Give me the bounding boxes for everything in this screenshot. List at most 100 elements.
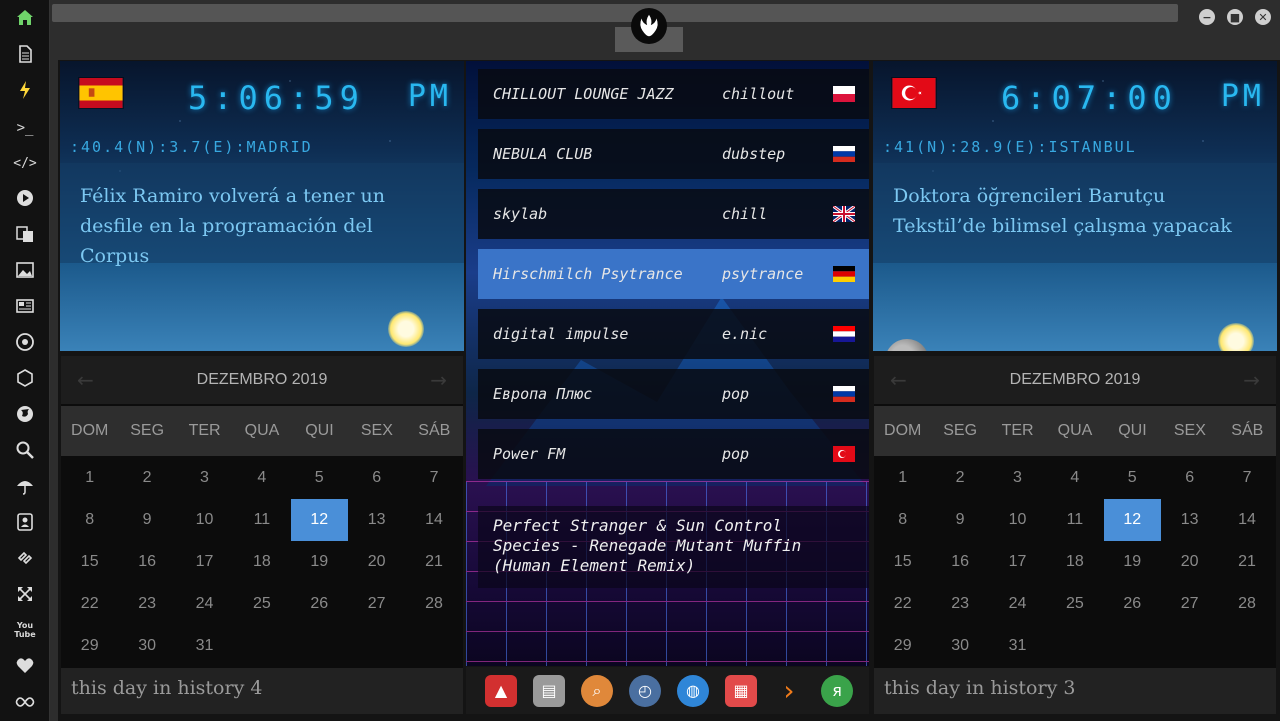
link-icon[interactable] (13, 546, 37, 570)
calendar-day[interactable]: 24 (989, 583, 1046, 625)
calendar-day[interactable]: 20 (1161, 541, 1218, 583)
calendar-day[interactable]: 9 (118, 499, 175, 541)
calendar-day[interactable]: 3 (989, 457, 1046, 499)
minimize-icon[interactable]: − (1199, 9, 1215, 25)
radio-station-row[interactable]: CHILLOUT LOUNGE JAZZ chillout (478, 69, 869, 119)
calendar-day[interactable]: 16 (931, 541, 988, 583)
calendar-day[interactable]: 25 (233, 583, 290, 625)
logo-tab[interactable] (615, 0, 683, 52)
calendar-day[interactable]: 11 (1046, 499, 1103, 541)
calendar-day[interactable]: 15 (874, 541, 931, 583)
dock-calendar-icon[interactable]: ▦ (725, 674, 757, 707)
play-icon[interactable] (13, 186, 37, 210)
radio-station-row[interactable]: digital impulse e.nic (478, 309, 869, 359)
document-icon[interactable] (13, 42, 37, 66)
calendar-day-today[interactable]: 12 (290, 499, 348, 541)
calendar-day[interactable]: 11 (233, 499, 290, 541)
calendar-day[interactable]: 30 (118, 625, 175, 667)
contact-card-icon[interactable] (13, 510, 37, 534)
translate-icon[interactable] (13, 222, 37, 246)
calendar-day[interactable]: 5 (1104, 457, 1161, 499)
calendar-day[interactable]: 24 (176, 583, 233, 625)
maximize-icon[interactable]: ■ (1227, 9, 1243, 25)
radio-station-row[interactable]: NEBULA CLUB dubstep (478, 129, 869, 179)
radio-station-row[interactable]: Hirschmilch Psytrance psytrance (478, 249, 869, 299)
calendar-day[interactable]: 15 (61, 541, 118, 583)
dock-news-icon[interactable]: ▤ (533, 674, 565, 707)
aperture-icon[interactable] (13, 330, 37, 354)
this-day-in-history[interactable]: this day in history 4 (61, 668, 463, 714)
radio-station-row[interactable]: Power FM pop (478, 429, 869, 479)
expand-icon[interactable] (13, 582, 37, 606)
calendar-day[interactable]: 10 (989, 499, 1046, 541)
calendar-day[interactable]: 29 (61, 625, 118, 667)
umbrella-icon[interactable] (13, 474, 37, 498)
calendar-day[interactable]: 21 (405, 541, 462, 583)
calendar-day[interactable]: 6 (1161, 457, 1218, 499)
calendar-day[interactable]: 31 (176, 625, 233, 667)
dock-clock-icon[interactable]: ◴ (629, 674, 661, 707)
calendar-day[interactable]: 14 (1218, 499, 1275, 541)
dock-arrow-icon[interactable]: › (773, 674, 805, 707)
calendar-day[interactable]: 20 (348, 541, 405, 583)
calendar-day[interactable]: 5 (291, 457, 348, 499)
home-icon[interactable] (13, 6, 37, 30)
calendar-day[interactable]: 2 (931, 457, 988, 499)
calendar-day[interactable]: 16 (118, 541, 175, 583)
calendar-day[interactable]: 19 (1104, 541, 1161, 583)
image-icon[interactable] (13, 258, 37, 282)
calendar-day[interactable]: 1 (61, 457, 118, 499)
calendar-day[interactable]: 19 (291, 541, 348, 583)
calendar-day[interactable]: 8 (874, 499, 931, 541)
next-month-icon[interactable]: → (1243, 368, 1260, 392)
calendar-day[interactable]: 7 (1218, 457, 1275, 499)
newspaper-icon[interactable] (13, 294, 37, 318)
calendar-day[interactable]: 4 (233, 457, 290, 499)
terminal-icon[interactable]: >_ (13, 116, 37, 140)
calendar-day[interactable]: 18 (233, 541, 290, 583)
hexagon-icon[interactable] (13, 366, 37, 390)
calendar-day[interactable]: 2 (118, 457, 175, 499)
news-headline[interactable]: Doktora öğrencileri Barutçu Tekstil’de b… (873, 163, 1277, 263)
radio-station-row[interactable]: skylab chill (478, 189, 869, 239)
calendar-day[interactable]: 13 (348, 499, 405, 541)
lightning-icon[interactable] (13, 78, 37, 102)
calendar-day[interactable]: 17 (176, 541, 233, 583)
calendar-day[interactable]: 13 (1161, 499, 1218, 541)
this-day-in-history[interactable]: this day in history 3 (874, 668, 1276, 714)
calendar-day[interactable]: 22 (61, 583, 118, 625)
calendar-day[interactable]: 6 (348, 457, 405, 499)
news-headline[interactable]: Félix Ramiro volverá a tener un desfile … (60, 163, 464, 267)
calendar-day[interactable]: 23 (931, 583, 988, 625)
dock-app-red-icon[interactable]: ▲ (485, 674, 517, 707)
calendar-day[interactable]: 27 (348, 583, 405, 625)
dock-yandex-icon[interactable]: я (821, 674, 853, 707)
calendar-day[interactable]: 28 (1218, 583, 1275, 625)
next-month-icon[interactable]: → (430, 368, 447, 392)
calendar-day[interactable]: 26 (1104, 583, 1161, 625)
close-icon[interactable]: ✕ (1255, 9, 1271, 25)
infinity-icon[interactable] (13, 690, 37, 714)
calendar-day[interactable]: 26 (291, 583, 348, 625)
calendar-day[interactable]: 27 (1161, 583, 1218, 625)
dock-search-icon[interactable]: ⌕ (581, 674, 613, 707)
radio-station-row[interactable]: Европа Плюс pop (478, 369, 869, 419)
calendar-day[interactable]: 8 (61, 499, 118, 541)
youtube-icon[interactable]: You Tube (13, 618, 37, 642)
calendar-day[interactable]: 4 (1046, 457, 1103, 499)
calendar-day[interactable]: 17 (989, 541, 1046, 583)
calendar-day[interactable]: 28 (405, 583, 462, 625)
calendar-day[interactable]: 7 (405, 457, 462, 499)
calendar-day[interactable]: 3 (176, 457, 233, 499)
calendar-day[interactable]: 21 (1218, 541, 1275, 583)
heart-icon[interactable] (13, 654, 37, 678)
globe-icon[interactable] (13, 402, 37, 426)
calendar-day[interactable]: 10 (176, 499, 233, 541)
calendar-day[interactable]: 9 (931, 499, 988, 541)
calendar-day-today[interactable]: 12 (1103, 499, 1161, 541)
calendar-day[interactable]: 22 (874, 583, 931, 625)
calendar-day[interactable]: 31 (989, 625, 1046, 667)
calendar-day[interactable]: 30 (931, 625, 988, 667)
calendar-day[interactable]: 1 (874, 457, 931, 499)
search-icon[interactable] (13, 438, 37, 462)
